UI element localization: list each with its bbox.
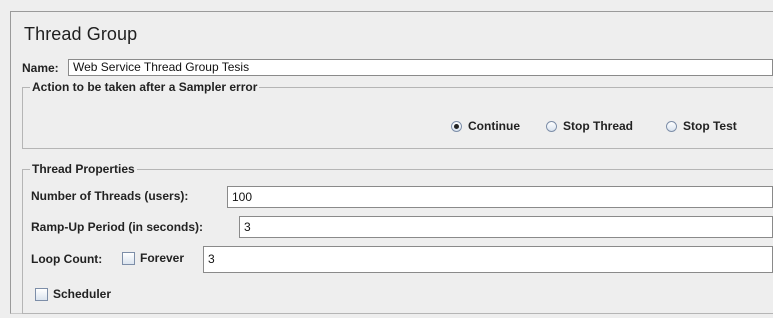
radio-continue-label: Continue	[468, 119, 520, 133]
thread-properties-legend: Thread Properties	[30, 162, 137, 176]
panel-title: Thread Group	[24, 24, 138, 44]
radio-continue-indicator	[451, 120, 462, 132]
radio-stop-test-label: Stop Test	[683, 119, 737, 133]
thread-group-panel: Thread Group Name: Web Service Thread Gr…	[0, 0, 773, 318]
radio-stop-thread-label: Stop Thread	[563, 119, 634, 133]
radio-stop-test-indicator	[666, 120, 677, 132]
scheduler-checkbox-box	[35, 287, 48, 301]
loop-count-field[interactable]: 3	[203, 246, 773, 273]
radio-continue[interactable]: Continue	[451, 119, 520, 133]
forever-checkbox-box	[122, 251, 135, 265]
forever-checkbox[interactable]: Forever	[122, 251, 184, 265]
rampup-label: Ramp-Up Period (in seconds):	[31, 220, 204, 234]
scheduler-label: Scheduler	[53, 287, 112, 301]
threads-field[interactable]: 100	[227, 186, 773, 208]
sampler-error-group	[22, 87, 773, 149]
sampler-error-legend: Action to be taken after a Sampler error	[30, 80, 260, 94]
radio-stop-thread-indicator	[546, 120, 557, 132]
rampup-field[interactable]: 3	[239, 216, 773, 238]
name-field[interactable]: Web Service Thread Group Tesis	[68, 59, 773, 76]
forever-label: Forever	[140, 251, 185, 265]
loop-count-label: Loop Count:	[31, 252, 103, 266]
scheduler-checkbox[interactable]: Scheduler	[35, 287, 111, 301]
radio-stop-thread[interactable]: Stop Thread	[546, 119, 633, 133]
name-label: Name:	[22, 61, 59, 75]
threads-label: Number of Threads (users):	[31, 189, 189, 203]
radio-stop-test[interactable]: Stop Test	[666, 119, 737, 133]
